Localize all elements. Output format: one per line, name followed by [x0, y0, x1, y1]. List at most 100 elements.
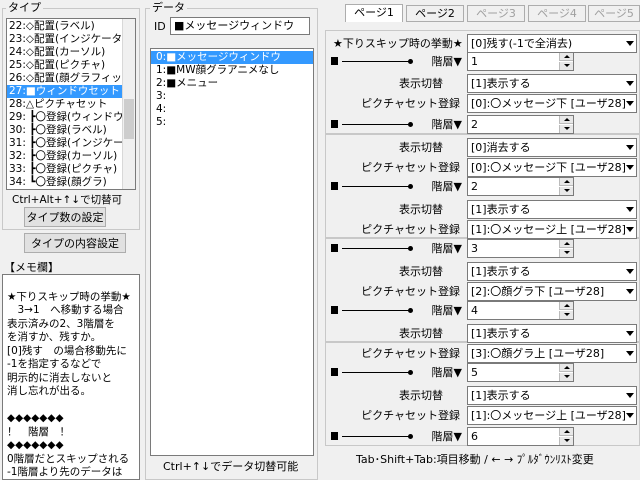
type-list-item[interactable]: 26:◇配置(顔グラフィック — [7, 72, 132, 85]
layer-line — [342, 372, 412, 373]
spin-up-icon[interactable] — [559, 178, 573, 186]
type-list-item[interactable]: 31: ┣〇登録(インジケータ — [7, 137, 134, 150]
type-list-item[interactable]: 24:◇配置(カーソル) — [7, 46, 123, 59]
display-toggle-select[interactable]: [1]表示する — [467, 262, 637, 281]
memo-text: ★下りスキップ時の挙動★ 3→1 へ移動する場合 表示済みの2、3階層を を消すか、… — [7, 277, 135, 479]
picture-set-select[interactable]: [1]:〇メッセージ上 [ユーザ28] — [467, 220, 637, 239]
memo-textarea[interactable]: ★下りスキップ時の挙動★ 3→1 へ移動する場合 表示済みの2、3階層を を消すか、… — [2, 274, 140, 480]
spin-down-icon[interactable] — [559, 437, 573, 445]
type-list[interactable]: 22:◇配置(ラベル) 23:◇配置(インジケータ 24:◇配置(カーソル) 25:◇… — [6, 18, 136, 190]
type-list-item[interactable]: 27:■ウィンドウセット — [7, 85, 123, 98]
skip-behavior-label: ★下りスキップ時の挙動★ — [333, 37, 463, 50]
type-list-item[interactable]: 30: ┣〇登録(ラベル) — [7, 124, 123, 137]
layer-label: 階層▼ — [431, 242, 462, 255]
data-list-item[interactable]: 4: — [151, 103, 313, 116]
display-toggle-select[interactable]: [1]表示する — [467, 386, 637, 405]
layer-dot-icon — [408, 308, 413, 313]
picture-set-select[interactable]: [1]:〇メッセージ上 [ユーザ28] — [467, 406, 637, 425]
tab-page-3[interactable]: ページ3 — [467, 5, 525, 22]
picture-set-select[interactable]: [0]:〇メッセージ下 [ユーザ28] — [467, 158, 637, 177]
type-list-item[interactable]: 28:△ピクチャセット — [7, 98, 123, 111]
layer-spinner[interactable]: 6 — [467, 427, 574, 446]
type-list-item[interactable]: 29: ┣〇登録(ウィンドウ — [7, 111, 124, 124]
scroll-up-icon[interactable] — [123, 19, 135, 31]
picture-set-label: ピクチャセット登録 — [361, 347, 460, 360]
spin-down-icon[interactable] — [559, 373, 573, 381]
type-list-scrollbar[interactable] — [122, 19, 135, 189]
picture-set-select[interactable]: [0]:〇メッセージ下 [ユーザ28] — [467, 94, 637, 113]
layer-spinner[interactable]: 1 — [467, 52, 574, 71]
data-list-item[interactable]: 3: — [151, 90, 313, 103]
type-list-item[interactable]: 32: ┣〇登録(カーソル) — [7, 150, 123, 163]
layer-spinner[interactable]: 2 — [467, 177, 574, 196]
type-list-item[interactable]: 34: ┗〇登録(顔グラ) — [7, 176, 123, 189]
memo-line: -1を指定するなどで — [7, 358, 102, 370]
layer-line — [342, 248, 412, 249]
spin-up-icon[interactable] — [559, 240, 573, 248]
skip-behavior-select[interactable]: [0]残す(-1で全消去) — [467, 34, 637, 53]
layer-marker-icon — [331, 120, 338, 128]
type-list-item[interactable]: 22:◇配置(ラベル) — [7, 20, 123, 33]
tab-page-5[interactable]: ページ5 — [588, 5, 640, 22]
type-switch-hint: Ctrl+Alt+↑↓で切替可 — [12, 194, 123, 206]
layer-spinner-value: 4 — [471, 304, 478, 317]
spin-up-icon[interactable] — [559, 428, 573, 436]
memo-title: 【メモ欄】 — [4, 261, 59, 274]
layer-line — [342, 186, 412, 187]
data-list-item[interactable]: 2:■メニュー — [151, 77, 313, 90]
spin-down-icon[interactable] — [559, 62, 573, 70]
picture-set-label: ピクチャセット登録 — [361, 285, 460, 298]
picture-set-select[interactable]: [3]:〇顔グラ上 [ユーザ28] — [467, 344, 637, 363]
tab-page-4[interactable]: ページ4 — [528, 5, 586, 22]
chevron-down-icon — [626, 165, 634, 170]
layer-line — [342, 310, 412, 311]
picture-set-label: ピクチャセット登録 — [361, 161, 460, 174]
layer-line — [342, 61, 412, 62]
display-toggle-label: 表示切替 — [399, 265, 443, 278]
tab-page-2[interactable]: ページ2 — [406, 5, 464, 22]
display-toggle-select[interactable]: [1]表示する — [467, 74, 637, 93]
layer-label: 階層▼ — [431, 430, 462, 443]
tab-page-1[interactable]: ページ1 — [345, 4, 403, 22]
layer-spinner[interactable]: 2 — [467, 115, 574, 134]
scroll-thumb[interactable] — [124, 99, 134, 139]
chevron-down-icon — [626, 227, 634, 232]
memo-line: 消し忘れが出る。 — [7, 385, 91, 397]
data-list-item[interactable]: 5: — [151, 116, 313, 129]
layer-spinner-value: 6 — [471, 430, 478, 443]
data-list-item[interactable]: 1:■MW顔グラアニメなし — [151, 64, 313, 77]
display-toggle-select[interactable]: [1]表示する — [467, 200, 637, 219]
display-toggle-select[interactable]: [0]消去する — [467, 138, 637, 157]
id-input[interactable]: ■メッセージウィンドウ — [170, 17, 310, 35]
id-label: ID — [154, 20, 166, 33]
scroll-down-icon[interactable] — [123, 177, 135, 189]
memo-line: を消すか、残すか。 — [7, 331, 102, 343]
layer-spinner[interactable]: 3 — [467, 239, 574, 258]
data-switch-hint: Ctrl+↑↓でデータ切替可能 — [163, 460, 299, 473]
spin-up-icon[interactable] — [559, 53, 573, 61]
spin-up-icon[interactable] — [559, 302, 573, 310]
data-list[interactable]: 0:■メッセージウィンドウ 1:■MW顔グラアニメなし 2:■メニュー 3: 4: 5: — [150, 48, 314, 456]
spin-down-icon[interactable] — [559, 125, 573, 133]
memo-line: 表示済みの2、3階層を — [7, 317, 115, 330]
memo-line: ！ 階層 ！ — [7, 425, 70, 438]
layer-marker-icon — [331, 306, 338, 314]
picture-set-select[interactable]: [2]:〇顔グラ下 [ユーザ28] — [467, 282, 637, 301]
skip-behavior-select-value: [0]残す(-1で全消去) — [471, 37, 573, 50]
chevron-down-icon — [626, 331, 634, 336]
layer-spinner-value: 2 — [471, 118, 478, 131]
spin-down-icon[interactable] — [559, 249, 573, 257]
type-list-item[interactable]: 25:◇配置(ピクチャ) — [7, 59, 123, 72]
type-list-item[interactable]: 23:◇配置(インジケータ — [7, 33, 123, 46]
layer-spinner[interactable]: 4 — [467, 301, 574, 320]
layer-spinner[interactable]: 5 — [467, 363, 574, 382]
type-count-button[interactable]: タイプ数の設定 — [24, 207, 106, 227]
spin-down-icon[interactable] — [559, 311, 573, 319]
spin-up-icon[interactable] — [559, 116, 573, 124]
spin-down-icon[interactable] — [559, 187, 573, 195]
spin-up-icon[interactable] — [559, 364, 573, 372]
display-toggle-select[interactable]: [1]表示する — [467, 324, 637, 343]
data-list-item[interactable]: 0:■メッセージウィンドウ — [151, 51, 313, 64]
type-content-button[interactable]: タイプの内容設定 — [24, 233, 126, 253]
type-list-item[interactable]: 33: ┣〇登録(ピクチャ) — [7, 163, 123, 176]
